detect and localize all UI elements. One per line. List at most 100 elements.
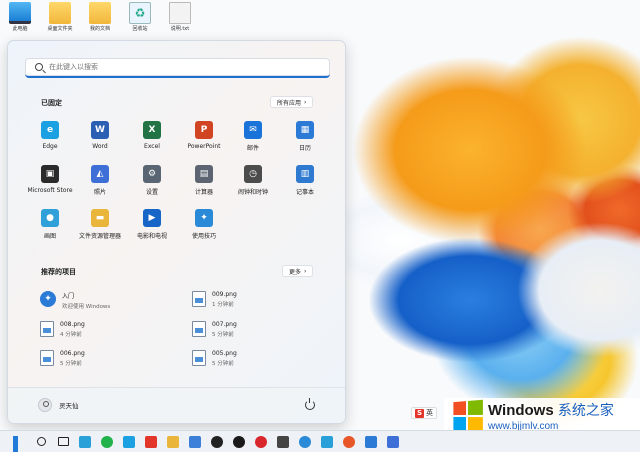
recommended-item-text: 006.png 5 分钟前 bbox=[60, 350, 85, 367]
pinned-app-label: 计算器 bbox=[194, 189, 213, 196]
pinned-app-notepad[interactable]: ▥ 记事本 bbox=[278, 165, 332, 196]
recommended-item-title: 009.png bbox=[212, 291, 237, 298]
app-icon bbox=[189, 435, 201, 448]
start-footer: 灵天仙 bbox=[8, 387, 345, 423]
taskbar-qq-button[interactable] bbox=[208, 433, 226, 451]
taskbar-edge-button[interactable] bbox=[120, 433, 138, 451]
folder-icon: ▬ bbox=[91, 209, 109, 227]
mail-icon: ✉ bbox=[244, 121, 262, 139]
getstarted-icon: ✦ bbox=[40, 291, 56, 307]
gear-icon: ⚙ bbox=[143, 165, 161, 183]
taskbar-wechat-button[interactable] bbox=[98, 433, 116, 451]
pinned-app-gear[interactable]: ⚙ 设置 bbox=[125, 165, 179, 196]
user-account-button[interactable]: 灵天仙 bbox=[38, 398, 79, 412]
recommended-item[interactable]: 009.png 1 分钟前 bbox=[192, 291, 237, 308]
media-icon bbox=[277, 435, 289, 448]
pinned-app-calendar[interactable]: ▦ 日历 bbox=[278, 121, 332, 152]
pinned-app-paint[interactable]: ● 画图 bbox=[23, 209, 77, 240]
recycle-bin-icon: ♻ bbox=[129, 2, 151, 24]
file-icon bbox=[192, 321, 206, 337]
recommended-item[interactable]: 007.png 5 分钟前 bbox=[192, 321, 237, 338]
netease-music-icon bbox=[255, 435, 267, 448]
desktop-icon-label: 回收站 bbox=[132, 26, 148, 32]
powerpoint-icon: P bbox=[195, 121, 213, 139]
pinned-app-clock[interactable]: ◷ 闹钟和时钟 bbox=[226, 165, 280, 196]
recommended-item-text: 入门 欢迎使用 Windows bbox=[62, 291, 110, 310]
taskbar-app2-button[interactable] bbox=[362, 433, 380, 451]
desktop-icon-label: 我的文档 bbox=[89, 26, 110, 32]
taskbar-photo-button[interactable] bbox=[384, 433, 402, 451]
taskbar-widgets-button[interactable] bbox=[76, 433, 94, 451]
tips-icon: ✦ bbox=[195, 209, 213, 227]
more-button[interactable]: 更多 › bbox=[282, 265, 314, 277]
recommended-item-title: 006.png bbox=[60, 350, 85, 357]
recommended-item[interactable]: 005.png 5 分钟前 bbox=[192, 350, 237, 367]
pinned-app-label: 文件资源管理器 bbox=[78, 233, 121, 240]
pinned-app-movies[interactable]: ▶ 电影和电视 bbox=[125, 209, 179, 240]
pinned-app-excel[interactable]: X Excel bbox=[125, 121, 179, 150]
excel-icon: X bbox=[143, 121, 161, 139]
pinned-app-label: PowerPoint bbox=[187, 143, 221, 150]
taskbar-audio-button[interactable] bbox=[318, 433, 336, 451]
recommended-item-subtitle: 5 分钟前 bbox=[60, 361, 82, 367]
taskbar-browser-button[interactable] bbox=[142, 433, 160, 451]
start-search-box[interactable] bbox=[25, 58, 330, 78]
file-icon bbox=[192, 350, 206, 366]
taskbar-tips-button[interactable] bbox=[296, 433, 314, 451]
watermark-title: Windows 系统之家 bbox=[488, 400, 614, 420]
folder-icon bbox=[49, 2, 71, 24]
pinned-app-tips[interactable]: ✦ 使用技巧 bbox=[177, 209, 231, 240]
calculator-icon: ▤ bbox=[195, 165, 213, 183]
desktop-icon-text-file[interactable]: 说明.txt bbox=[160, 2, 200, 32]
recommended-section-title: 推荐的项目 bbox=[41, 268, 76, 276]
recommended-item-title: 入门 bbox=[62, 293, 75, 300]
recommended-item-subtitle: 4 分钟前 bbox=[60, 332, 82, 338]
taskbar-file-explorer-button[interactable] bbox=[164, 433, 182, 451]
pinned-app-label: Excel bbox=[144, 143, 160, 150]
file-icon bbox=[192, 291, 206, 307]
pinned-app-photos[interactable]: ◭ 照片 bbox=[73, 165, 127, 196]
desktop-icon-this-pc[interactable]: 此电脑 bbox=[0, 2, 40, 32]
weibo-icon bbox=[343, 435, 355, 448]
chevron-right-icon: › bbox=[304, 267, 307, 275]
pinned-app-mail[interactable]: ✉ 邮件 bbox=[226, 121, 280, 152]
ime-indicator[interactable]: S 英 bbox=[411, 407, 437, 419]
taskbar-search-button[interactable] bbox=[32, 433, 50, 451]
pinned-app-word[interactable]: W Word bbox=[73, 121, 127, 150]
taskbar-netease-music-button[interactable] bbox=[252, 433, 270, 451]
recommended-item[interactable]: 008.png 4 分钟前 bbox=[40, 321, 85, 338]
taskbar-task-view-button[interactable] bbox=[54, 433, 72, 451]
pinned-app-calculator[interactable]: ▤ 计算器 bbox=[177, 165, 231, 196]
chevron-right-icon: › bbox=[304, 98, 307, 106]
tips-icon bbox=[299, 435, 311, 448]
pinned-app-folder[interactable]: ▬ 文件资源管理器 bbox=[73, 209, 127, 240]
pinned-app-powerpoint[interactable]: P PowerPoint bbox=[177, 121, 231, 150]
power-icon[interactable] bbox=[305, 398, 315, 410]
recommended-item[interactable]: ✦ 入门 欢迎使用 Windows bbox=[40, 291, 110, 310]
taskbar-penguin-button[interactable] bbox=[230, 433, 248, 451]
recommended-item[interactable]: 006.png 5 分钟前 bbox=[40, 350, 85, 367]
taskbar-media-button[interactable] bbox=[274, 433, 292, 451]
penguin-icon bbox=[233, 435, 245, 448]
taskbar-app-button[interactable] bbox=[186, 433, 204, 451]
desktop-icon-documents[interactable]: 我的文档 bbox=[80, 2, 120, 32]
all-apps-button[interactable]: 所有应用 › bbox=[270, 96, 314, 108]
recommended-item-text: 009.png 1 分钟前 bbox=[212, 291, 237, 308]
start-search-input[interactable] bbox=[49, 63, 309, 71]
pinned-app-label: Word bbox=[92, 143, 108, 150]
taskbar-start-button[interactable] bbox=[10, 433, 28, 452]
clock-icon: ◷ bbox=[244, 165, 262, 183]
pinned-app-store[interactable]: ▣ Microsoft Store bbox=[23, 165, 77, 194]
more-label: 更多 bbox=[289, 268, 302, 276]
edge-icon bbox=[123, 435, 135, 448]
recommended-item-title: 008.png bbox=[60, 321, 85, 328]
search-icon bbox=[35, 63, 43, 71]
desktop-icon-recycle-bin[interactable]: ♻ 回收站 bbox=[120, 2, 160, 32]
pinned-app-edge[interactable]: e Edge bbox=[23, 121, 77, 150]
taskbar-weibo-button[interactable] bbox=[340, 433, 358, 451]
recommended-item-text: 007.png 5 分钟前 bbox=[212, 321, 237, 338]
desktop-icon-folder[interactable]: 桌面文件夹 bbox=[40, 2, 80, 32]
qq-icon bbox=[211, 435, 223, 448]
recommended-item-title: 005.png bbox=[212, 350, 237, 357]
start-icon bbox=[13, 435, 25, 452]
